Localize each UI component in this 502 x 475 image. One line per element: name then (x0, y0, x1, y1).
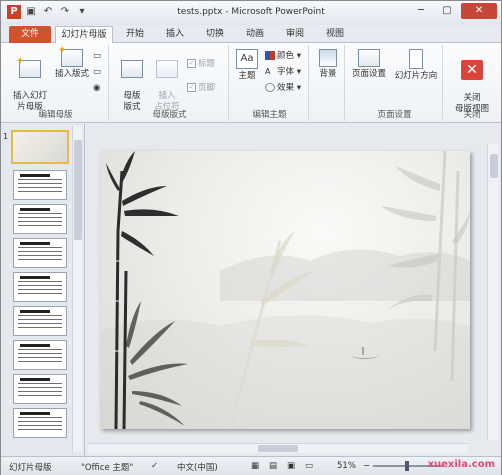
tab-file[interactable]: 文件 (9, 26, 51, 43)
tab-review[interactable]: 审阅 (279, 26, 311, 43)
insert-layout-button[interactable]: 插入版式 (53, 45, 91, 80)
bamboo-ink-painting (100, 151, 470, 429)
checkbox-icon: ✓ (187, 83, 196, 92)
layout-thumbnail[interactable] (13, 170, 67, 200)
insert-slide-master-button[interactable]: 插入幻灯 片母版 (9, 49, 51, 113)
layout-thumbnail[interactable] (13, 272, 67, 302)
thumbnail-scrollbar[interactable] (72, 126, 82, 452)
orientation-icon (409, 49, 423, 69)
group-page-setup: 页面设置 幻灯片方向 页面设置 (347, 45, 443, 121)
watermark-text: xuexila.com (427, 459, 495, 470)
scrollbar-thumb[interactable] (258, 445, 298, 452)
tab-view[interactable]: 视图 (319, 26, 351, 43)
effects-icon (265, 83, 275, 92)
ribbon: 插入幻灯 片母版 插入版式 ▭ ▭ ◉ 编辑母版 母版 版式 插入 占位符 ✓标… (1, 43, 501, 123)
themes-icon: Aa (236, 49, 258, 69)
master-layout-button[interactable]: 母版 版式 (117, 49, 147, 113)
layout-thumbnail[interactable] (13, 306, 67, 336)
maximize-button[interactable]: ▢ (435, 3, 459, 19)
layout-thumbnail[interactable] (13, 374, 67, 404)
group-label: 页面设置 (377, 110, 412, 120)
tab-home[interactable]: 开始 (119, 26, 151, 43)
view-mode-label: 幻灯片母版 (9, 463, 52, 473)
slide-thumbnail-panel: 1 (1, 124, 85, 456)
group-close: ✕ 关闭 母版视图 关闭 (445, 45, 499, 121)
colors-button[interactable]: 颜色 ▾ (265, 51, 301, 62)
layout-thumbnail[interactable] (13, 340, 67, 370)
layout-thumbnail[interactable] (13, 238, 67, 268)
thumbnail-number: 1 (3, 132, 9, 141)
delete-icon[interactable]: ▭ (93, 51, 101, 62)
tab-insert[interactable]: 插入 (159, 26, 191, 43)
effects-button[interactable]: 效果 ▾ (265, 83, 301, 94)
ribbon-tabs: 文件 幻灯片母版 开始 插入 切换 动画 审阅 视图 (1, 25, 501, 43)
status-bar: 幻灯片母版 "Office 主题" ✓ 中文(中国) ▦ ▤ ▣ ▭ 51% −… (1, 456, 501, 475)
group-label: 编辑母版 (38, 110, 73, 120)
close-icon: ✕ (461, 60, 483, 80)
group-edit-theme: Aa 主题 颜色 ▾ A 字体 ▾ 效果 ▾ 编辑主题 (231, 45, 309, 121)
themes-button[interactable]: Aa 主题 (233, 49, 261, 82)
tab-transitions[interactable]: 切换 (199, 26, 231, 43)
title-checkbox[interactable]: ✓ 标题 (187, 59, 215, 70)
tab-slide-master[interactable]: 幻灯片母版 (55, 26, 113, 43)
spellcheck-icon[interactable]: ✓ (151, 461, 158, 471)
editor-horizontal-scrollbar[interactable] (88, 443, 468, 453)
slide-canvas[interactable] (100, 151, 470, 429)
powerpoint-window: P ▣ ↶ ↷ ▾ tests.pptx - Microsoft PowerPo… (0, 0, 502, 475)
colors-icon (265, 51, 275, 60)
master-layout-icon (121, 60, 143, 78)
layout-thumbnail[interactable] (13, 408, 67, 438)
master-thumbnail[interactable] (11, 130, 69, 164)
close-master-view-button[interactable]: ✕ 关闭 母版视图 (449, 49, 495, 115)
normal-view-icon[interactable]: ▦ (251, 461, 259, 471)
editor-vertical-scrollbar[interactable] (487, 144, 499, 440)
language-label[interactable]: 中文(中国) (177, 461, 218, 473)
zoom-out-icon[interactable]: − (363, 461, 370, 471)
insert-placeholder-button[interactable]: 插入 占位符 (149, 49, 185, 113)
insert-layout-icon (58, 45, 83, 67)
preserve-icon[interactable]: ◉ (93, 83, 100, 94)
title-bar: P ▣ ↶ ↷ ▾ tests.pptx - Microsoft PowerPo… (1, 1, 501, 25)
tab-animations[interactable]: 动画 (239, 26, 271, 43)
group-label: 编辑主题 (252, 110, 287, 120)
zoom-level[interactable]: 51% (337, 461, 356, 471)
close-window-button[interactable]: ✕ (461, 3, 497, 19)
group-label: 母版版式 (152, 110, 187, 120)
group-background: 背景 (311, 45, 345, 121)
insert-master-icon (16, 56, 41, 78)
background-icon (319, 49, 337, 67)
fonts-button[interactable]: A 字体 ▾ (265, 67, 301, 78)
scrollbar-thumb[interactable] (490, 154, 498, 178)
layout-thumbnail[interactable] (13, 204, 67, 234)
minimize-button[interactable]: ─ (409, 3, 433, 19)
fonts-icon: A (265, 67, 271, 76)
slide-orientation-button[interactable]: 幻灯片方向 (391, 49, 441, 82)
group-edit-master: 插入幻灯 片母版 插入版式 ▭ ▭ ◉ 编辑母版 (3, 45, 109, 121)
footer-checkbox[interactable]: ✓ 页脚 (187, 83, 215, 94)
slideshow-icon[interactable]: ▭ (305, 461, 313, 471)
slide-editor (86, 124, 501, 456)
window-controls: ─ ▢ ✕ (409, 3, 497, 19)
page-setup-button[interactable]: 页面设置 (349, 49, 389, 80)
page-setup-icon (358, 49, 380, 67)
scrollbar-thumb[interactable] (74, 140, 82, 240)
placeholder-icon (156, 60, 178, 78)
sorter-view-icon[interactable]: ▤ (269, 461, 277, 471)
rename-icon[interactable]: ▭ (93, 67, 101, 78)
reading-view-icon[interactable]: ▣ (287, 461, 295, 471)
checkbox-icon: ✓ (187, 59, 196, 68)
group-label: 关闭 (463, 110, 481, 120)
zoom-knob[interactable] (405, 461, 409, 471)
theme-label: "Office 主题" (81, 463, 134, 473)
background-button[interactable]: 背景 (315, 49, 341, 80)
group-master-layout: 母版 版式 插入 占位符 ✓ 标题 ✓ 页脚 母版版式 (111, 45, 229, 121)
